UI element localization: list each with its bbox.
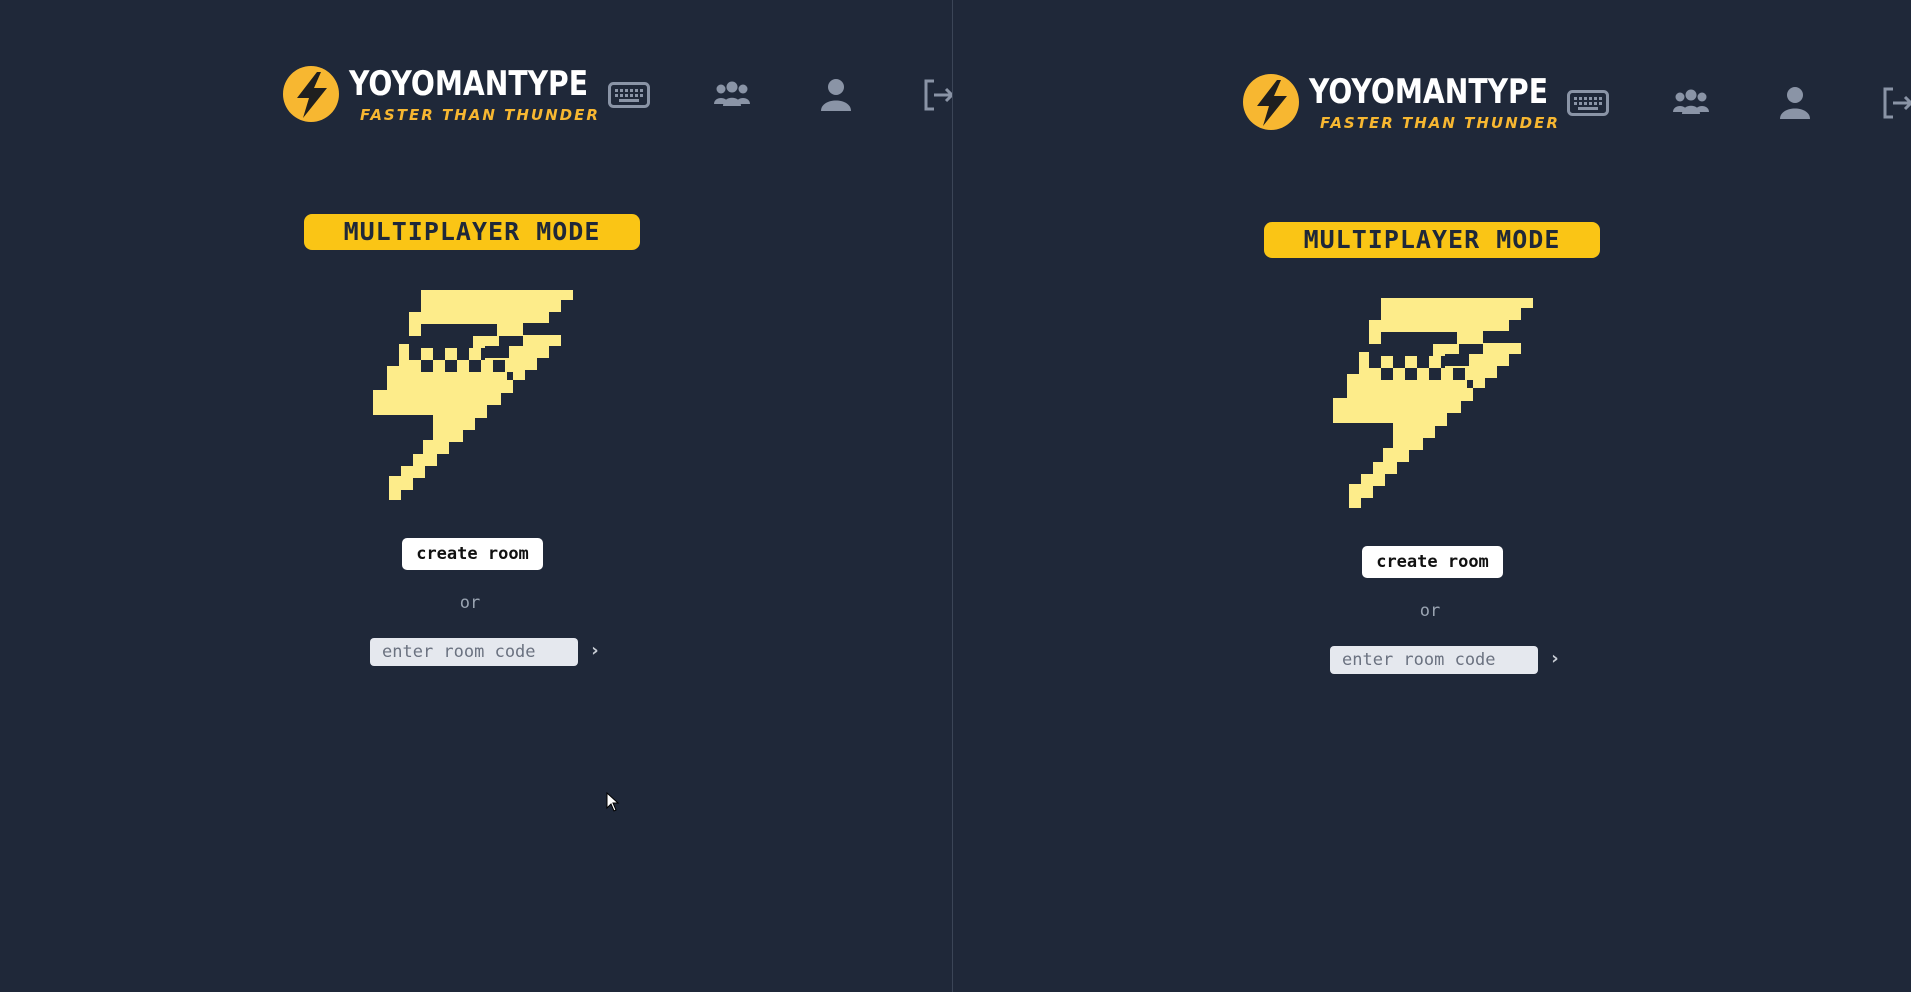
right-window: YOYOMANTYPE FASTER THAN THUNDER MULTIPLA… — [953, 0, 1911, 992]
logout-icon[interactable] — [1881, 86, 1911, 120]
group-icon[interactable] — [1672, 88, 1710, 116]
mode-title-badge: MULTIPLAYER MODE — [1264, 222, 1600, 258]
pixel-lightning-icon — [1333, 298, 1533, 512]
chevron-right-icon[interactable]: › — [587, 640, 603, 662]
left-window: YOYOMANTYPE FASTER THAN THUNDER MULTIPLA… — [0, 0, 952, 992]
keyboard-icon[interactable] — [1567, 90, 1609, 116]
app-view: YOYOMANTYPE FASTER THAN THUNDER MULTIPLA… — [0, 0, 952, 992]
create-room-button[interactable]: create room — [1362, 546, 1503, 578]
keyboard-icon[interactable] — [608, 82, 650, 108]
chevron-right-icon[interactable]: › — [1547, 648, 1563, 670]
brand-title[interactable]: YOYOMANTYPE — [1309, 72, 1548, 112]
create-room-button[interactable]: create room — [402, 538, 543, 570]
or-separator: or — [459, 593, 481, 613]
room-code-input[interactable] — [370, 638, 578, 666]
user-icon[interactable] — [1779, 86, 1811, 120]
room-code-input[interactable] — [1330, 646, 1538, 674]
brand-tagline: FASTER THAN THUNDER — [1320, 114, 1560, 132]
lightning-bolt-icon[interactable] — [283, 66, 339, 122]
or-separator: or — [1419, 601, 1441, 621]
mode-title-badge: MULTIPLAYER MODE — [304, 214, 640, 250]
mouse-cursor-icon — [606, 791, 620, 816]
user-icon[interactable] — [820, 78, 852, 112]
logout-icon[interactable] — [922, 78, 952, 112]
brand-tagline: FASTER THAN THUNDER — [360, 106, 600, 124]
pixel-lightning-icon — [373, 290, 573, 504]
app-view: YOYOMANTYPE FASTER THAN THUNDER MULTIPLA… — [953, 8, 1911, 992]
lightning-bolt-icon[interactable] — [1243, 74, 1299, 130]
group-icon[interactable] — [713, 80, 751, 108]
brand-title[interactable]: YOYOMANTYPE — [349, 64, 588, 104]
